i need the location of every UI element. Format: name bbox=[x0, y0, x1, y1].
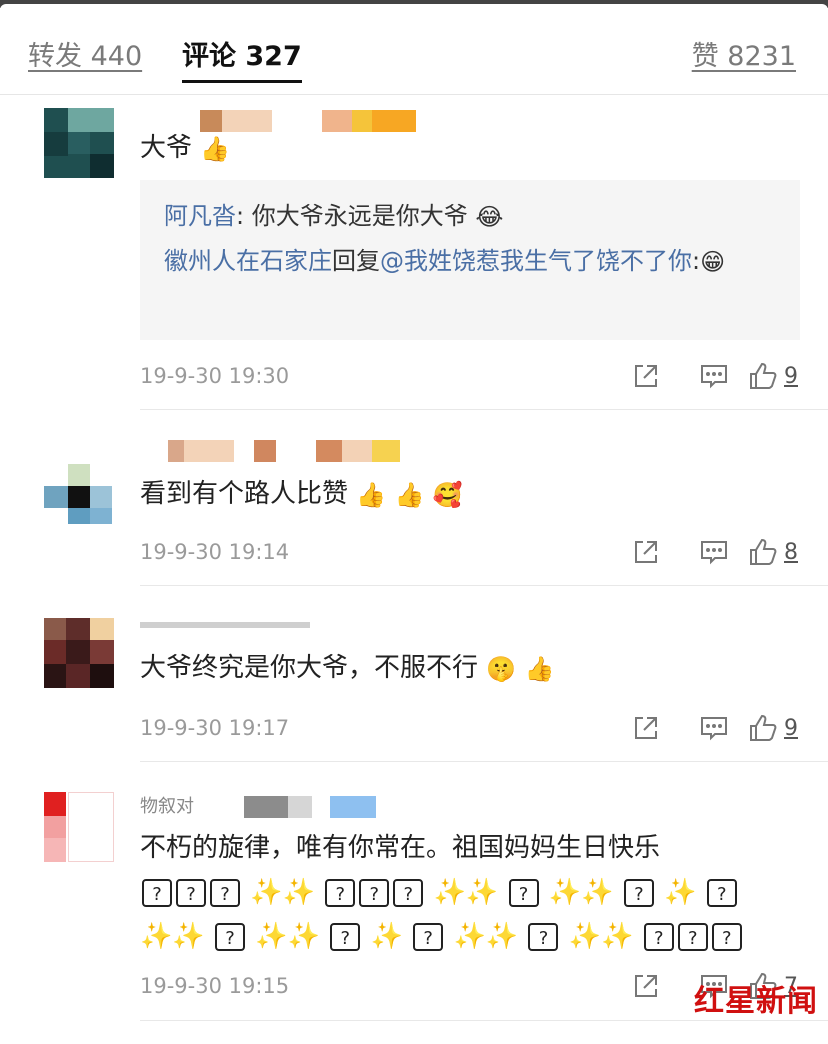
comment-time: 19-9-30 19:17 bbox=[140, 716, 290, 740]
avatar[interactable]: ​ bbox=[44, 792, 114, 862]
sparkles-icon: ✨✨ bbox=[255, 921, 321, 952]
thumbs-up-icon: 👍 bbox=[524, 654, 555, 683]
avatar[interactable] bbox=[44, 618, 114, 688]
username-partial: 物叙对 bbox=[140, 796, 194, 817]
comment-emoji-line-2: ✨✨ ? ✨✨ ? ✨ ? ✨✨ ? ✨✨ ??? bbox=[140, 914, 744, 959]
comment-text: 大爷 👍 bbox=[140, 126, 230, 171]
thumbs-up-outline-icon bbox=[750, 362, 777, 389]
comment-text: 不朽的旋律，唯有你常在。祖国妈妈生日快乐 bbox=[140, 833, 661, 863]
comment-emoji-line-1: ??? ✨✨ ??? ✨✨ ? ✨✨ ? ✨ ? bbox=[140, 870, 739, 915]
thumbs-up-outline-icon bbox=[750, 714, 777, 741]
like-count: 8 bbox=[784, 539, 798, 565]
share-icon bbox=[635, 717, 657, 739]
sparkles-icon: ✨✨ bbox=[140, 921, 205, 952]
comment-icon bbox=[701, 365, 727, 389]
share-button[interactable] bbox=[612, 358, 680, 394]
reply-button[interactable] bbox=[680, 534, 748, 570]
share-icon bbox=[635, 541, 657, 563]
like-button[interactable]: 9 bbox=[748, 710, 798, 746]
tab-bar: 转发 440 评论 327 赞 8231 bbox=[0, 8, 828, 95]
grin-icon: 😁 bbox=[700, 248, 726, 276]
share-button[interactable] bbox=[612, 968, 680, 1004]
divider bbox=[140, 1020, 828, 1021]
username-blurred[interactable]: 物叙对 bbox=[140, 796, 376, 818]
tab-likes[interactable]: 赞 8231 bbox=[692, 34, 796, 73]
comment-item: 看到有个路人比赞 👍 👍 🥰 19-9-30 19:14 8 bbox=[0, 410, 828, 586]
like-count: 9 bbox=[784, 715, 798, 741]
reply-quote[interactable]: 阿凡沓: 你大爷永远是你大爷 😂 徽州人在石家庄回复@我姓饶惹我生气了饶不了你:… bbox=[140, 180, 800, 340]
share-button[interactable] bbox=[612, 534, 680, 570]
quote-line-1: 阿凡沓: 你大爷永远是你大爷 😂 bbox=[164, 194, 776, 239]
username-blurred[interactable] bbox=[140, 622, 310, 632]
thumbs-up-icon: 👍 bbox=[394, 480, 425, 509]
comment-actions: 9 bbox=[612, 710, 798, 746]
comment-item: 大爷 👍 阿凡沓: 你大爷永远是你大爷 😂 徽州人在石家庄回复@我姓饶惹我生气了… bbox=[0, 94, 828, 410]
comment-icon bbox=[701, 541, 727, 565]
comment-time: 19-9-30 19:30 bbox=[140, 364, 290, 388]
like-button[interactable]: 9 bbox=[748, 358, 798, 394]
laughing-icon: 😂 bbox=[475, 203, 504, 231]
avatar[interactable] bbox=[44, 450, 114, 524]
share-icon bbox=[635, 365, 657, 387]
share-button[interactable] bbox=[612, 710, 680, 746]
sparkles-icon: ✨✨ bbox=[568, 921, 634, 952]
tab-comments[interactable]: 评论 327 bbox=[182, 34, 302, 83]
avatar[interactable] bbox=[44, 108, 114, 178]
shush-face-icon: 🤫 bbox=[486, 654, 517, 683]
quote-author[interactable]: 阿凡沓 bbox=[164, 202, 236, 230]
thumbs-up-icon: 👍 bbox=[356, 480, 387, 509]
comment-actions: 9 bbox=[612, 358, 798, 394]
comment-text: 看到有个路人比赞 👍 👍 🥰 bbox=[140, 472, 462, 517]
sparkles-icon: ✨✨ bbox=[433, 877, 499, 908]
quote-line-2: 徽州人在石家庄回复@我姓饶惹我生气了饶不了你:😁 bbox=[164, 239, 776, 284]
comment-item: 大爷终究是你大爷，不服不行 🤫 👍 19-9-30 19:17 9 bbox=[0, 586, 828, 762]
comment-actions: 8 bbox=[612, 534, 798, 570]
share-icon bbox=[635, 975, 657, 997]
love-face-icon: 🥰 bbox=[432, 480, 463, 509]
comment-time: 19-9-30 19:14 bbox=[140, 540, 290, 564]
watermark-logo: 红星新闻 bbox=[694, 984, 818, 1019]
sparkles-icon: ✨✨ bbox=[250, 877, 316, 908]
like-count: 9 bbox=[784, 363, 798, 389]
thumbs-up-icon: 👍 bbox=[200, 134, 231, 163]
reply-button[interactable] bbox=[680, 358, 748, 394]
like-button[interactable]: 8 bbox=[748, 534, 798, 570]
sparkles-icon: ✨ bbox=[664, 877, 697, 908]
quote-author-2[interactable]: 徽州人在石家庄 bbox=[164, 247, 332, 275]
sparkles-icon: ✨ bbox=[370, 921, 403, 952]
comment-icon bbox=[701, 717, 727, 741]
tab-repost[interactable]: 转发 440 bbox=[28, 34, 142, 73]
sparkles-icon: ✨✨ bbox=[548, 877, 614, 908]
reply-button[interactable] bbox=[680, 710, 748, 746]
comment-time: 19-9-30 19:15 bbox=[140, 974, 290, 998]
mention-link[interactable]: @我姓饶惹我生气了饶不了你 bbox=[380, 247, 692, 275]
comment-text: 大爷终究是你大爷，不服不行 🤫 👍 bbox=[140, 646, 554, 691]
thumbs-up-outline-icon bbox=[750, 538, 777, 565]
sparkles-icon: ✨✨ bbox=[453, 921, 519, 952]
username-blurred[interactable] bbox=[140, 440, 400, 462]
